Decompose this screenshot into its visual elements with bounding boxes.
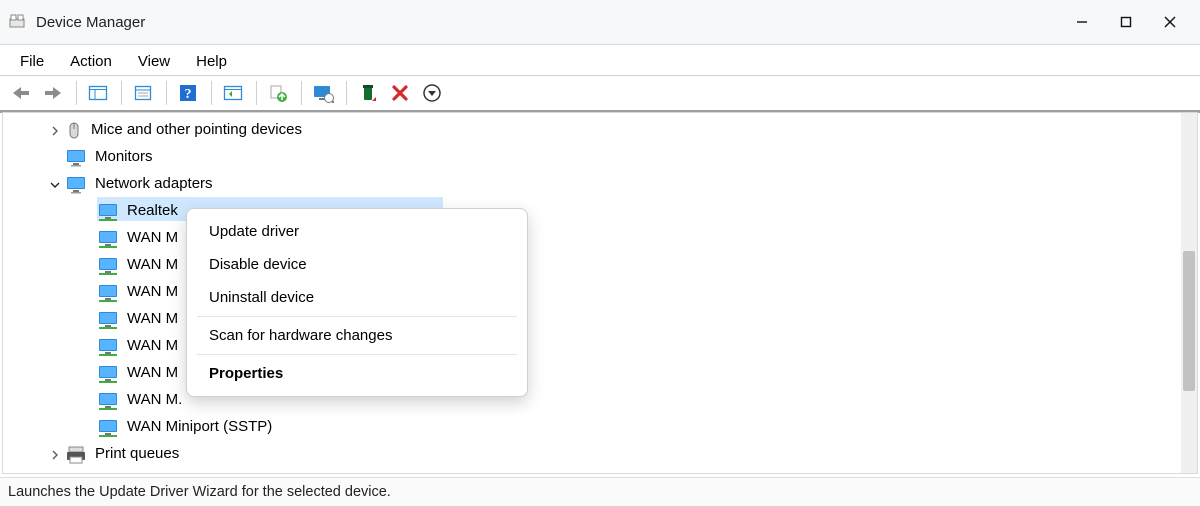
expander-spacer: [81, 368, 93, 380]
tree-item[interactable]: WAN Miniport (SSTP): [3, 414, 1197, 441]
expander-spacer: [81, 341, 93, 353]
tree-item-label: Print queues: [95, 446, 179, 463]
toolbar-separator: [76, 81, 77, 105]
tree-item-label: WAN M: [127, 230, 178, 247]
context-menu-item[interactable]: Update driver: [187, 215, 527, 248]
menu-help[interactable]: Help: [188, 51, 235, 72]
chevron-down-icon[interactable]: [49, 179, 61, 191]
menu-file[interactable]: File: [12, 51, 52, 72]
chevron-right-icon[interactable]: [49, 125, 61, 137]
svg-text:?: ?: [185, 87, 192, 102]
mouse-icon: [65, 121, 83, 141]
tree-item[interactable]: WAN M: [3, 279, 1197, 306]
context-menu: Update driverDisable deviceUninstall dev…: [186, 208, 528, 397]
expander-spacer: [81, 233, 93, 245]
tree-item[interactable]: Mice and other pointing devices: [3, 117, 1197, 144]
toolbar: ?: [0, 75, 1200, 113]
tree-item-label: Network adapters: [95, 176, 213, 193]
scroll-thumb[interactable]: [1183, 251, 1195, 391]
action-dropdown-button[interactable]: [417, 79, 447, 107]
tree-item[interactable]: Monitors: [3, 144, 1197, 171]
close-button[interactable]: [1148, 0, 1192, 44]
expander-spacer: [81, 314, 93, 326]
forward-button[interactable]: [38, 79, 68, 107]
device-manager-icon: [8, 13, 26, 31]
menubar: File Action View Help: [0, 45, 1200, 75]
help-button[interactable]: ?: [173, 79, 203, 107]
net-icon: [97, 364, 119, 384]
tree-item-label: WAN Miniport (SSTP): [127, 419, 272, 436]
tree-item-label: WAN M: [127, 257, 178, 274]
toolbar-separator: [211, 81, 212, 105]
properties-button[interactable]: [128, 79, 158, 107]
toolbar-separator: [166, 81, 167, 105]
tree-item[interactable]: WAN M.: [3, 387, 1197, 414]
minimize-button[interactable]: [1060, 0, 1104, 44]
statusbar: Launches the Update Driver Wizard for th…: [0, 477, 1200, 506]
back-button[interactable]: [6, 79, 36, 107]
tree-item-label: Monitors: [95, 149, 153, 166]
vertical-scrollbar[interactable]: [1181, 113, 1197, 473]
uninstall-device-button[interactable]: [353, 79, 383, 107]
show-hidden-devices-button[interactable]: [218, 79, 248, 107]
monitor-icon: [65, 148, 87, 168]
tree-item[interactable]: Network adapters: [3, 171, 1197, 198]
context-menu-separator: [197, 316, 517, 317]
tree-item-label: WAN M: [127, 311, 178, 328]
tree-item-label: WAN M: [127, 365, 178, 382]
toolbar-separator: [346, 81, 347, 105]
tree-item[interactable]: WAN M: [3, 225, 1197, 252]
window-title: Device Manager: [36, 14, 1060, 31]
titlebar: Device Manager: [0, 0, 1200, 45]
net-icon: [97, 283, 119, 303]
net-icon: [97, 256, 119, 276]
tree-item[interactable]: WAN M: [3, 360, 1197, 387]
context-menu-item[interactable]: Properties: [187, 357, 527, 390]
chevron-right-icon[interactable]: [49, 449, 61, 461]
toolbar-separator: [301, 81, 302, 105]
menu-action[interactable]: Action: [62, 51, 120, 72]
expander-spacer: [49, 152, 61, 164]
context-menu-item[interactable]: Disable device: [187, 248, 527, 281]
tree-item[interactable]: WAN M: [3, 252, 1197, 279]
net-icon: [97, 310, 119, 330]
tree-item-label: WAN M: [127, 338, 178, 355]
menu-view[interactable]: View: [130, 51, 178, 72]
expander-spacer: [81, 395, 93, 407]
tree-item[interactable]: Print queues: [3, 441, 1197, 468]
device-tree-container: Mice and other pointing devices Monitors N…: [2, 112, 1198, 474]
maximize-button[interactable]: [1104, 0, 1148, 44]
net-icon: [97, 229, 119, 249]
context-menu-separator: [197, 354, 517, 355]
expander-spacer: [81, 206, 93, 218]
context-menu-item[interactable]: Uninstall device: [187, 281, 527, 314]
tree-item[interactable]: WAN M: [3, 306, 1197, 333]
update-driver-button[interactable]: [263, 79, 293, 107]
tree-item[interactable]: WAN M: [3, 333, 1197, 360]
tree-item-label: WAN M: [127, 284, 178, 301]
device-tree[interactable]: Mice and other pointing devices Monitors N…: [3, 113, 1197, 468]
net-icon: [97, 418, 119, 438]
toolbar-separator: [121, 81, 122, 105]
tree-item-label: WAN M.: [127, 392, 182, 409]
expander-spacer: [81, 260, 93, 272]
context-menu-item[interactable]: Scan for hardware changes: [187, 319, 527, 352]
statusbar-text: Launches the Update Driver Wizard for th…: [8, 484, 391, 500]
tree-item-label: Realtek: [127, 203, 178, 220]
toolbar-separator: [256, 81, 257, 105]
expander-spacer: [81, 287, 93, 299]
net-icon: [97, 337, 119, 357]
net-icon: [97, 391, 119, 411]
monitor-icon: [65, 175, 87, 195]
disable-device-button[interactable]: [385, 79, 415, 107]
printer-icon: [65, 445, 87, 465]
scan-hardware-button[interactable]: [308, 79, 338, 107]
tree-item-label: Mice and other pointing devices: [91, 122, 302, 139]
net-icon: [97, 202, 119, 222]
expander-spacer: [81, 422, 93, 434]
show-hide-console-tree-button[interactable]: [83, 79, 113, 107]
